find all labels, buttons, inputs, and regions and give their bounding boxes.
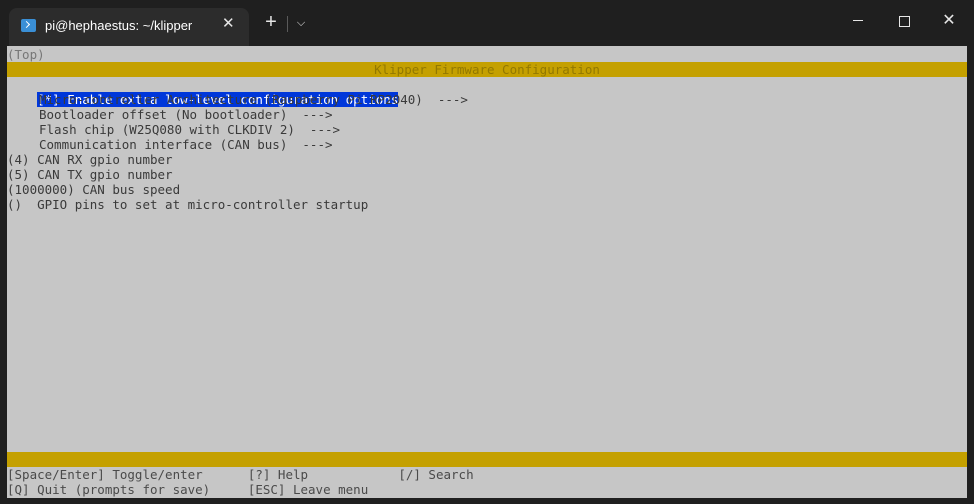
- breadcrumb: (Top): [7, 47, 45, 62]
- footer-bar: [7, 452, 967, 467]
- menu-item-flash-chip[interactable]: Flash chip (W25Q080 with CLKDIV 2) --->: [39, 122, 974, 137]
- menu-item-gpio-startup-pins[interactable]: () GPIO pins to set at micro-controller …: [7, 197, 967, 212]
- title-bar: pi@hephaestus: ~/klipper ✕ + ⌵ ✕: [0, 0, 974, 46]
- terminal-icon: [21, 19, 36, 32]
- header-bar: Klipper Firmware Configuration: [7, 62, 967, 77]
- help-line-2: [Q] Quit (prompts for save) [ESC] Leave …: [7, 482, 369, 497]
- menu-item-can-bus-speed[interactable]: (1000000) CAN bus speed: [7, 182, 967, 197]
- tab-title: pi@hephaestus: ~/klipper: [45, 18, 193, 33]
- chevron-down-icon[interactable]: ⌵: [290, 10, 312, 36]
- minimize-button[interactable]: [836, 6, 880, 36]
- help-line-1: [Space/Enter] Toggle/enter [?] Help [/] …: [7, 467, 474, 482]
- menu-item-can-tx-gpio[interactable]: (5) CAN TX gpio number: [7, 167, 967, 182]
- terminal-tab[interactable]: pi@hephaestus: ~/klipper ✕: [9, 8, 249, 46]
- terminal-area[interactable]: (Top) Klipper Firmware Configuration [*]…: [7, 46, 967, 498]
- maximize-button[interactable]: [882, 6, 926, 36]
- menu-item-can-rx-gpio[interactable]: (4) CAN RX gpio number: [7, 152, 967, 167]
- new-tab-button[interactable]: +: [258, 10, 284, 36]
- menu-item-communication-interface[interactable]: Communication interface (CAN bus) --->: [39, 137, 974, 152]
- menu-item-bootloader-offset[interactable]: Bootloader offset (No bootloader) --->: [39, 107, 974, 122]
- close-icon[interactable]: ✕: [927, 6, 971, 36]
- page-title: Klipper Firmware Configuration: [374, 62, 600, 77]
- menu-item-architecture[interactable]: Micro-controller Architecture (Raspberry…: [39, 92, 974, 107]
- tab-close-icon[interactable]: ✕: [222, 16, 235, 32]
- maximize-icon: [899, 16, 910, 27]
- tab-separator: [287, 16, 288, 32]
- menu-item-extra-options[interactable]: [*] Enable extra low-level configuration…: [7, 77, 967, 107]
- minimize-icon: [853, 20, 863, 21]
